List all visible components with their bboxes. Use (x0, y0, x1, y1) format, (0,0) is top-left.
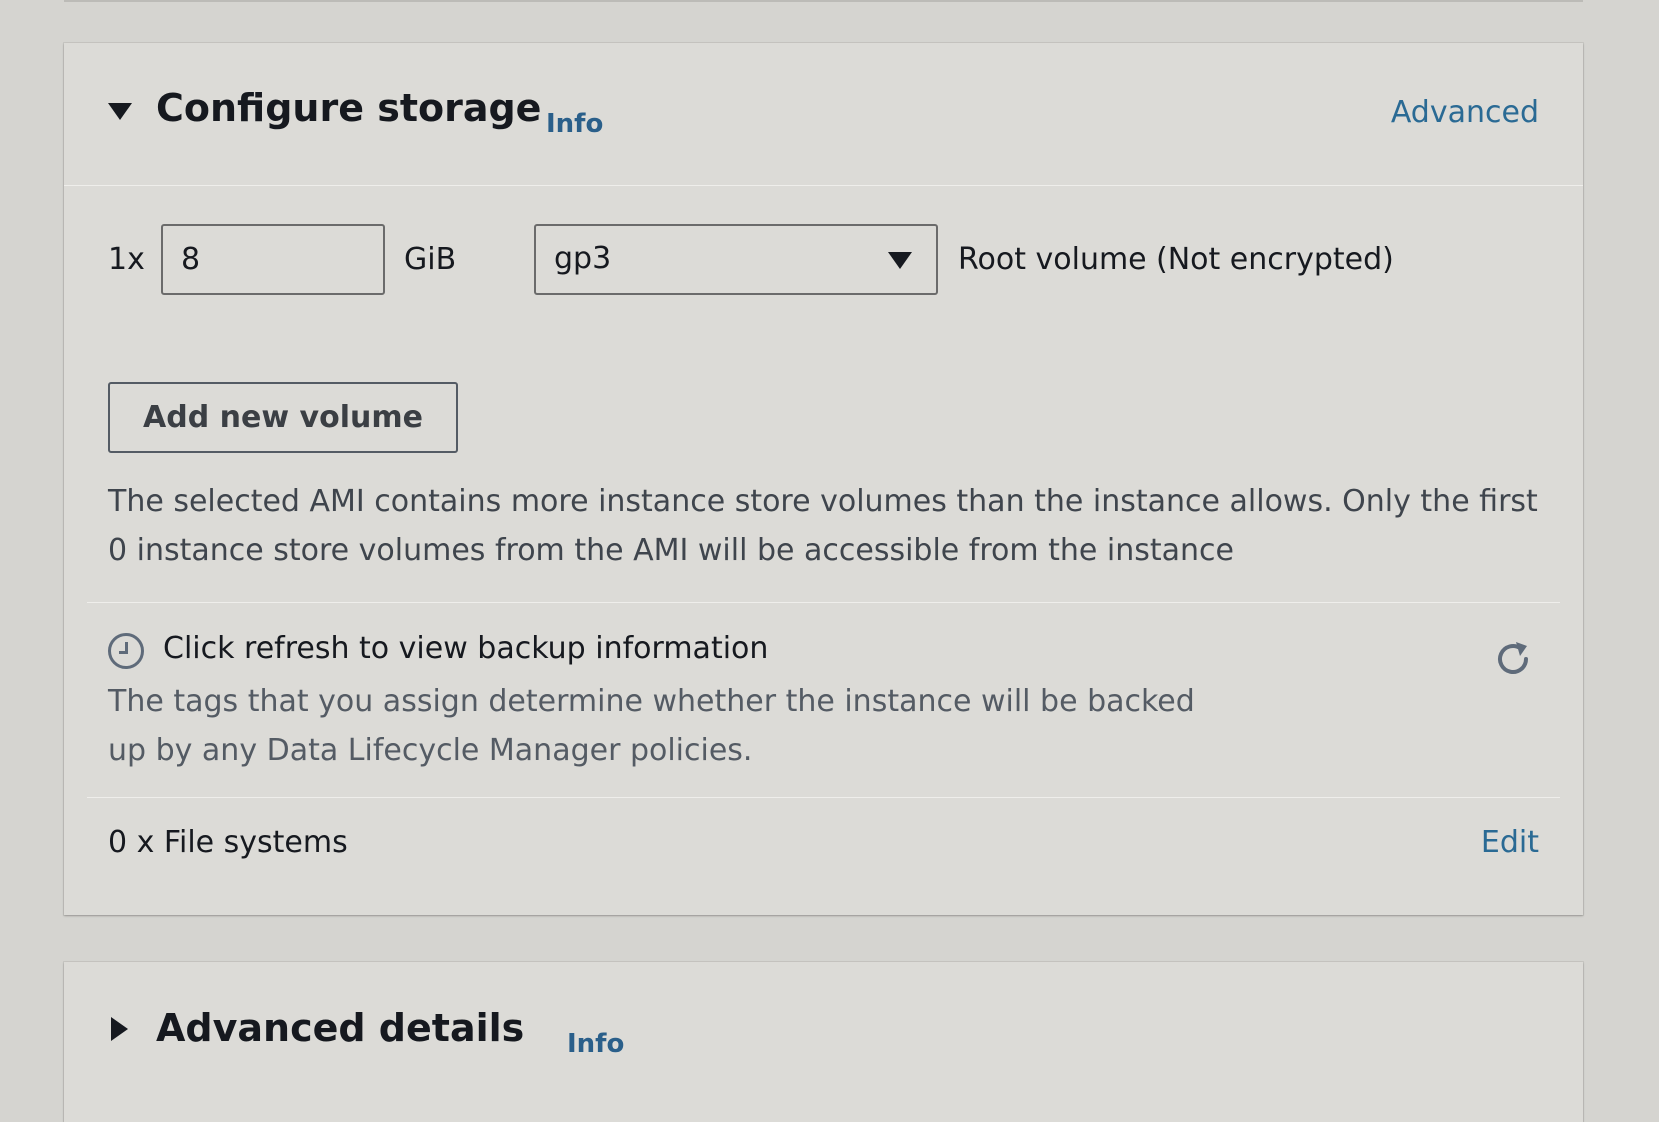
file-systems-label: 0 x File systems (108, 825, 348, 860)
advanced-details-header[interactable]: Advanced details Info (64, 962, 1583, 1102)
clock-icon (108, 633, 144, 669)
dropdown-caret-icon (888, 252, 912, 269)
volume-type-value: gp3 (554, 241, 612, 276)
configure-storage-title: Configure storage (156, 86, 542, 130)
divider (87, 797, 1560, 798)
instance-store-warning: The selected AMI contains more instance … (108, 484, 1538, 568)
volume-count-label: 1x (108, 242, 145, 277)
advanced-details-info-link[interactable]: Info (567, 1029, 624, 1059)
advanced-details-panel: Advanced details Info (64, 962, 1583, 1122)
advanced-link[interactable]: Advanced (1391, 95, 1539, 131)
previous-section-edge (64, 0, 1583, 2)
configure-storage-panel: Configure storage Info Advanced 1x GiB g… (64, 43, 1583, 915)
volume-type-select[interactable]: gp3 (534, 224, 938, 295)
volume-size-input[interactable] (161, 224, 385, 295)
add-new-volume-button[interactable]: Add new volume (108, 382, 458, 453)
refresh-icon[interactable] (1491, 637, 1535, 681)
volume-unit-label: GiB (404, 242, 457, 277)
caret-right-icon[interactable] (111, 1017, 128, 1041)
advanced-details-title: Advanced details (156, 1006, 525, 1050)
root-volume-label: Root volume (958, 242, 1147, 277)
encryption-status-label: (Not encrypted) (1156, 242, 1394, 277)
backup-info-title: Click refresh to view backup information (163, 631, 769, 666)
configure-storage-header[interactable]: Configure storage Info Advanced (64, 43, 1583, 186)
storage-info-link[interactable]: Info (546, 109, 603, 139)
backup-info-description: The tags that you assign determine wheth… (108, 684, 1195, 768)
edit-file-systems-link[interactable]: Edit (1481, 825, 1539, 861)
divider (87, 602, 1560, 603)
caret-down-icon[interactable] (108, 103, 132, 120)
